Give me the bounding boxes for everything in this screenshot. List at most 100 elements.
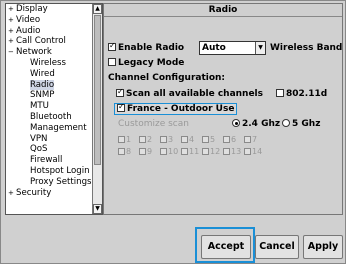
tree-item-proxy-settings[interactable]: Proxy Settings <box>6 177 93 188</box>
wireless-band-label: Wireless Band <box>270 43 343 53</box>
channel-checkbox[interactable] <box>139 136 146 143</box>
tree-item-bluetooth[interactable]: Bluetooth <box>6 112 93 123</box>
tree-item-mtu[interactable]: MTU <box>6 101 93 112</box>
tree-item-qos[interactable]: QoS <box>6 144 93 155</box>
band-24-option[interactable]: 2.4 Ghz <box>232 119 280 129</box>
expand-icon[interactable]: + <box>8 4 16 15</box>
channel-checkbox[interactable] <box>139 148 146 155</box>
legacy-mode-checkbox[interactable] <box>108 58 116 66</box>
dot11d-checkbox[interactable] <box>276 89 284 97</box>
tree-item-security[interactable]: + Security <box>6 188 93 199</box>
legacy-mode-row[interactable]: Legacy Mode <box>108 58 184 68</box>
cancel-button[interactable]: Cancel <box>255 235 299 259</box>
tree-item-firewall[interactable]: Firewall <box>6 155 93 166</box>
tree-item-radio[interactable]: Radio <box>6 79 93 91</box>
tree-item-audio[interactable]: + Audio <box>6 26 93 37</box>
channel-option[interactable]: 11 <box>181 147 202 156</box>
channel-checkbox[interactable] <box>118 136 125 143</box>
channel-checkbox[interactable] <box>202 136 209 143</box>
channel-checkbox[interactable] <box>202 148 209 155</box>
channel-checkbox[interactable] <box>244 148 251 155</box>
channel-checkbox[interactable] <box>223 136 230 143</box>
channel-option[interactable]: 7 <box>244 135 265 144</box>
tree-item-wireless[interactable]: Wireless <box>6 58 93 69</box>
tree-item-vpn[interactable]: VPN <box>6 134 93 145</box>
tree-item-hotspot-login[interactable]: Hotspot Login <box>6 166 93 177</box>
tree-scrollbar[interactable]: ▲ ▼ <box>92 4 102 214</box>
channel-label: 2 <box>147 135 153 144</box>
enable-radio-row[interactable]: Enable Radio <box>108 41 185 53</box>
tree-item-network[interactable]: − Network <box>6 47 93 58</box>
channel-option[interactable]: 1 <box>118 135 139 144</box>
channel-label: 6 <box>231 135 237 144</box>
channel-label: 3 <box>168 135 174 144</box>
tree-item-label: Hotspot Login <box>30 165 90 176</box>
tree-item-label: Proxy Settings <box>30 176 92 187</box>
channel-checkbox[interactable] <box>223 148 230 155</box>
tree-item-wired[interactable]: Wired <box>6 69 93 80</box>
france-outdoor-row[interactable]: France - Outdoor Use <box>114 102 238 115</box>
channel-label: 10 <box>168 147 179 156</box>
dropdown-arrow-icon[interactable]: ▼ <box>255 42 265 54</box>
channel-label: 9 <box>147 147 153 156</box>
collapse-icon[interactable]: − <box>8 47 16 58</box>
channel-option[interactable]: 10 <box>160 147 181 156</box>
channel-checkbox[interactable] <box>118 148 125 155</box>
france-outdoor-checkbox[interactable] <box>117 102 125 112</box>
band-24-radio[interactable] <box>232 119 240 127</box>
channel-config-label: Channel Configuration: <box>108 73 226 83</box>
wireless-mode-select[interactable]: Auto ▼ <box>199 41 266 55</box>
enable-radio-label: Enable Radio <box>118 43 185 53</box>
tree-item-label: QoS <box>30 144 48 155</box>
tree-item-label: VPN <box>30 133 48 144</box>
channel-checkbox[interactable] <box>160 136 167 143</box>
channel-option[interactable]: 8 <box>118 147 139 156</box>
channel-checkbox[interactable] <box>181 148 188 155</box>
channel-checkbox[interactable] <box>181 136 188 143</box>
scroll-up-arrow-icon[interactable]: ▲ <box>93 4 102 14</box>
channel-row-2: 8 9 10 11 12 13 14 <box>118 147 265 156</box>
accept-button[interactable]: Accept <box>201 235 251 259</box>
expand-icon[interactable]: + <box>8 15 16 26</box>
panel-title: Radio <box>104 4 342 17</box>
channel-checkbox[interactable] <box>244 136 251 143</box>
scan-all-checkbox[interactable] <box>116 87 124 97</box>
wireless-mode-value: Auto <box>202 43 226 53</box>
scroll-thumb[interactable] <box>94 15 101 165</box>
channel-option[interactable]: 5 <box>202 135 223 144</box>
tree-item-snmp[interactable]: SNMP <box>6 90 93 101</box>
channel-option[interactable]: 4 <box>181 135 202 144</box>
channel-row-1: 1 2 3 4 5 6 7 <box>118 135 265 144</box>
tree-item-label: SNMP <box>30 90 55 101</box>
expand-icon[interactable]: + <box>8 36 16 47</box>
scroll-down-arrow-icon[interactable]: ▼ <box>93 204 102 214</box>
tree-item-call-control[interactable]: + Call Control <box>6 36 93 47</box>
band-5-radio[interactable] <box>282 119 290 127</box>
tree-item-video[interactable]: + Video <box>6 15 93 26</box>
channel-option[interactable]: 3 <box>160 135 181 144</box>
channel-option[interactable]: 14 <box>244 147 265 156</box>
enable-radio-checkbox[interactable] <box>108 41 116 51</box>
dot11d-row[interactable]: 802.11d <box>276 89 327 99</box>
channel-option[interactable]: 12 <box>202 147 223 156</box>
apply-button[interactable]: Apply <box>303 235 343 259</box>
channel-option[interactable]: 9 <box>139 147 160 156</box>
channel-option[interactable]: 6 <box>223 135 244 144</box>
channel-label: 5 <box>210 135 216 144</box>
channel-option[interactable]: 2 <box>139 135 160 144</box>
channel-label: 7 <box>252 135 258 144</box>
customize-scan-label: Customize scan <box>118 119 189 129</box>
legacy-mode-label: Legacy Mode <box>118 58 185 68</box>
scan-all-row[interactable]: Scan all available channels <box>116 87 263 99</box>
tree-item-label: Wired <box>30 68 55 79</box>
tree-item-management[interactable]: Management <box>6 123 93 134</box>
france-outdoor-label: France - Outdoor Use <box>127 104 235 114</box>
expand-icon[interactable]: + <box>8 26 16 37</box>
tree-list: + Display + Video + Audio + Call Control − Networ… <box>6 4 93 214</box>
channel-checkbox[interactable] <box>160 148 167 155</box>
band-5-label: 5 Ghz <box>292 119 321 129</box>
band-5-option[interactable]: 5 Ghz <box>282 119 320 129</box>
tree-item-display[interactable]: + Display <box>6 4 93 15</box>
channel-option[interactable]: 13 <box>223 147 244 156</box>
expand-icon[interactable]: + <box>8 188 16 199</box>
